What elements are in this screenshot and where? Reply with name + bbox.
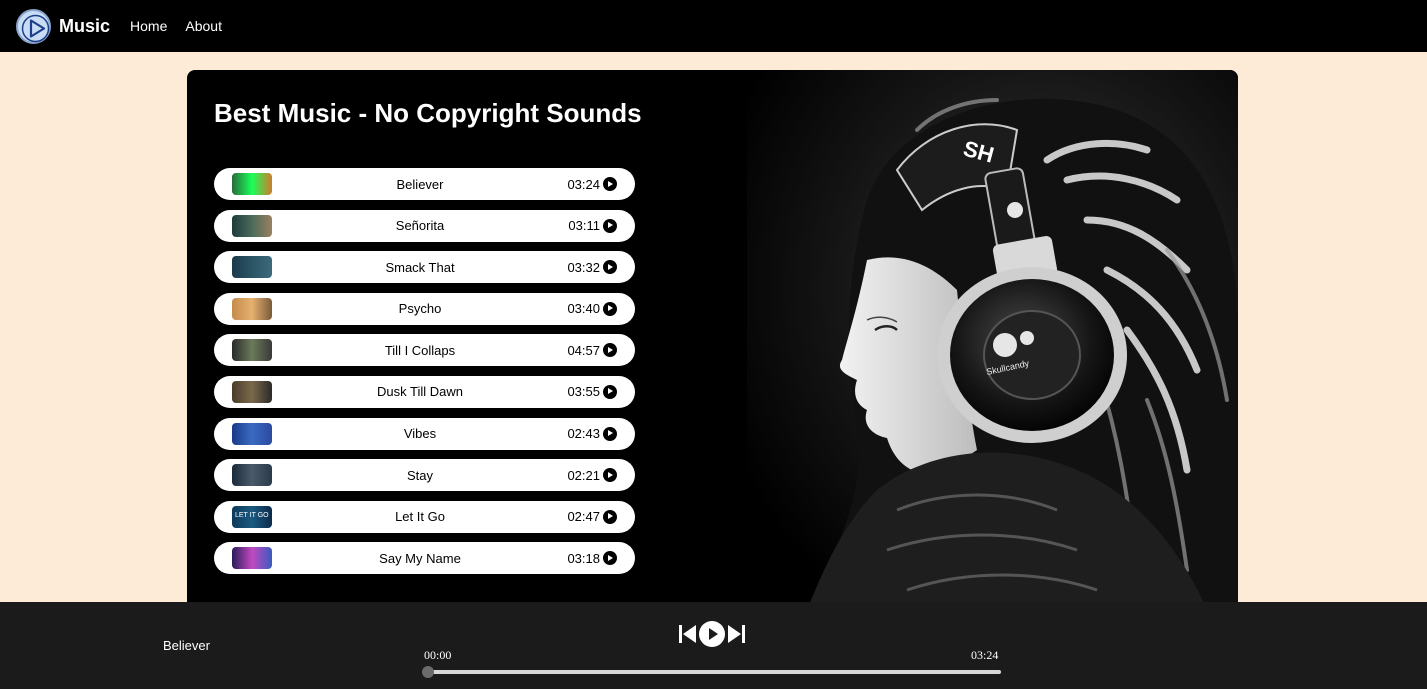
song-play-icon[interactable] xyxy=(603,218,617,233)
song-list: Believer 03:24 Señorita 03:11 Smack That 03:3… xyxy=(214,168,635,584)
song-duration: 03:55 xyxy=(567,384,600,400)
song-item[interactable]: Believer 03:24 xyxy=(214,168,635,200)
song-item[interactable]: Vibes 02:43 xyxy=(214,417,635,450)
song-play-icon[interactable] xyxy=(603,509,617,524)
song-title: Stay xyxy=(406,467,433,483)
song-item[interactable]: Señorita 03:11 xyxy=(214,209,635,242)
song-duration: 02:47 xyxy=(567,509,600,525)
song-item[interactable]: LET IT GO Let It Go 02:47 xyxy=(214,500,635,533)
song-duration: 03:32 xyxy=(567,259,600,275)
song-title: Señorita xyxy=(395,218,445,234)
song-duration: 03:18 xyxy=(567,550,600,566)
brand-logo-icon[interactable] xyxy=(16,8,51,44)
brand-name[interactable]: Music xyxy=(59,16,110,37)
page-title: Best Music - No Copyright Sounds xyxy=(214,98,642,128)
song-item[interactable]: Smack That 03:32 xyxy=(214,251,635,284)
nav-link-home[interactable]: Home xyxy=(130,18,167,34)
song-item[interactable]: Say My Name 03:18 xyxy=(214,542,635,575)
song-title: Psycho xyxy=(398,301,442,317)
song-item[interactable]: Psycho 03:40 xyxy=(214,292,635,325)
song-title: Smack That xyxy=(385,259,455,275)
now-playing-title: Believer xyxy=(163,638,210,653)
song-duration: 03:24 xyxy=(567,176,600,192)
song-duration: 03:40 xyxy=(567,301,600,317)
song-play-icon[interactable] xyxy=(603,177,617,191)
song-duration: 02:21 xyxy=(567,467,600,483)
current-time: 00:00 xyxy=(424,648,452,662)
nav-link-about[interactable]: About xyxy=(185,18,222,34)
song-play-icon[interactable] xyxy=(603,426,617,441)
playlist-card: SH Skullcandy Best Music - No Copyright … xyxy=(187,70,1238,610)
song-title: Dusk Till Dawn xyxy=(377,384,463,400)
song-duration: 02:43 xyxy=(567,426,600,442)
seek-slider-thumb[interactable] xyxy=(422,666,434,678)
song-title: Believer xyxy=(396,176,444,192)
song-item[interactable]: Till I Collaps 04:57 xyxy=(214,334,635,367)
total-time: 03:24 xyxy=(971,648,999,662)
play-button[interactable] xyxy=(699,621,725,647)
song-play-icon[interactable] xyxy=(603,384,617,399)
audio-player-bar: Believer 00:00 03:24 xyxy=(0,602,1427,689)
song-item[interactable]: Stay 02:21 xyxy=(214,459,635,492)
song-play-icon[interactable] xyxy=(603,301,617,316)
song-item[interactable]: Dusk Till Dawn 03:55 xyxy=(214,375,635,408)
hero-headphones-image: SH Skullcandy xyxy=(747,70,1238,610)
previous-track-icon[interactable] xyxy=(679,624,697,644)
song-duration: 03:11 xyxy=(568,218,600,234)
next-track-icon[interactable] xyxy=(727,624,745,644)
song-duration: 04:57 xyxy=(567,342,600,358)
top-navbar: Music Home About xyxy=(0,0,1427,52)
seek-slider[interactable] xyxy=(422,666,1001,678)
song-title: Till I Collaps xyxy=(384,342,456,358)
song-title: Let It Go xyxy=(395,509,445,525)
song-title: Vibes xyxy=(403,426,437,442)
song-title: Say My Name xyxy=(379,550,461,566)
